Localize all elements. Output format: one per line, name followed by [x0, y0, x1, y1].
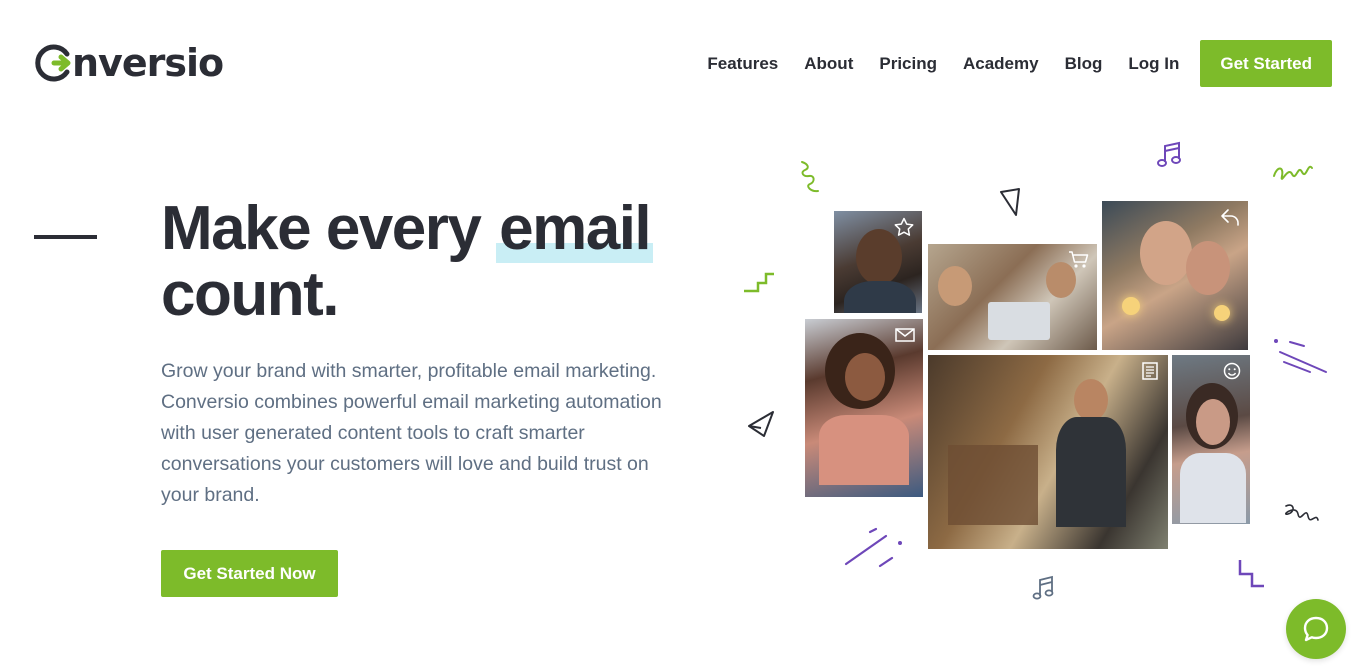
- photo-barista-shop: [926, 353, 1170, 551]
- get-started-now-button[interactable]: Get Started Now: [161, 550, 338, 597]
- cart-icon: [1069, 251, 1089, 268]
- reply-icon: [1221, 209, 1239, 226]
- hero-dash-divider: [34, 235, 97, 239]
- smiley-icon: [1223, 362, 1241, 380]
- purple-dashes-left-icon: [844, 527, 902, 568]
- top-navigation: Features About Pricing Academy Blog Log …: [707, 40, 1332, 87]
- logo-c-arrow-icon: [35, 44, 71, 82]
- photo-smiling-man: [832, 209, 924, 315]
- green-zigzag-icon: [744, 272, 774, 293]
- mail-icon: [895, 328, 915, 342]
- photo-coworkers-laptop: [926, 242, 1099, 352]
- green-squiggle-icon: [801, 161, 819, 193]
- nav-pricing[interactable]: Pricing: [879, 54, 937, 74]
- logo-wordmark: nversio: [72, 41, 224, 85]
- get-started-button[interactable]: Get Started: [1200, 40, 1332, 87]
- gray-music-note-icon: [1032, 575, 1054, 600]
- cone-left-icon: [748, 411, 774, 437]
- photo-woman-phone: [803, 317, 925, 499]
- purple-step-icon: [1238, 560, 1264, 588]
- gray-loops-icon: [1285, 504, 1319, 521]
- chat-launcher-button[interactable]: [1286, 599, 1346, 659]
- receipt-icon: [1142, 362, 1158, 380]
- hero-subtext: Grow your brand with smarter, profitable…: [161, 360, 662, 506]
- headline-text-1: Make every: [161, 194, 497, 263]
- purple-dashes-right-icon: [1274, 339, 1327, 373]
- purple-music-note-icon: [1157, 141, 1181, 167]
- headline-text-2: count.: [161, 260, 339, 329]
- chat-bubble-icon: [1303, 616, 1329, 642]
- photo-women-sparklers: [1100, 199, 1250, 352]
- star-icon: [894, 217, 914, 236]
- green-loops-icon: [1273, 165, 1313, 180]
- photo-woman-blowing-glitter: [1170, 353, 1252, 526]
- nav-login[interactable]: Log In: [1128, 54, 1179, 74]
- nav-blog[interactable]: Blog: [1065, 54, 1103, 74]
- nav-academy[interactable]: Academy: [963, 54, 1039, 74]
- hero-headline: Make every email count.: [161, 194, 721, 329]
- nav-features[interactable]: Features: [707, 54, 778, 74]
- cone-outline-icon: [1000, 188, 1020, 216]
- nav-about[interactable]: About: [804, 54, 853, 74]
- conversio-logo[interactable]: nversio: [34, 40, 224, 86]
- headline-highlight: email: [496, 194, 654, 263]
